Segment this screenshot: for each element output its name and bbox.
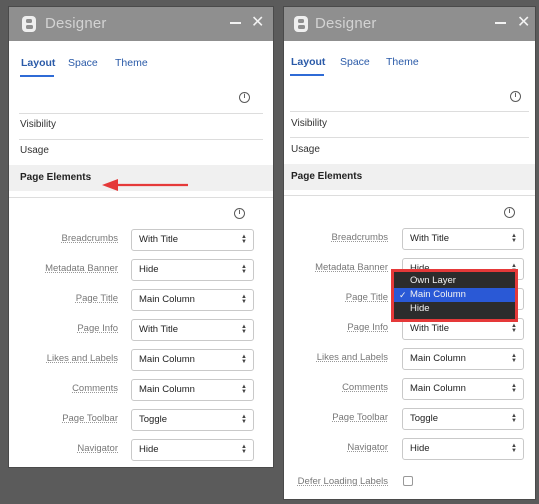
tab-active-underline xyxy=(290,74,324,76)
dropdown-option-main-column[interactable]: ✓ Main Column xyxy=(394,288,515,302)
divider xyxy=(9,197,273,198)
select-value: With Title xyxy=(410,323,450,334)
updown-caret-icon: ▲▼ xyxy=(511,413,517,424)
field-label: Likes and Labels xyxy=(316,352,388,363)
panel-title: Designer xyxy=(45,15,107,32)
b-logo-icon xyxy=(22,16,36,32)
select-value: Hide xyxy=(410,443,430,454)
field-select[interactable]: Main Column ▲▼ xyxy=(131,379,254,401)
updown-caret-icon: ▲▼ xyxy=(241,234,247,245)
select-value: Main Column xyxy=(139,294,195,305)
info-icon[interactable]: i xyxy=(234,208,245,219)
updown-caret-icon: ▲▼ xyxy=(511,323,517,334)
select-value: Hide xyxy=(139,264,159,275)
tab-layout[interactable]: Layout xyxy=(291,56,325,68)
field-label: Page Info xyxy=(347,322,388,333)
tab-layout[interactable]: Layout xyxy=(21,57,55,69)
updown-caret-icon: ▲▼ xyxy=(511,233,517,244)
field-select[interactable]: Toggle ▲ ▼ xyxy=(131,409,254,431)
updown-caret-icon: ▲▼ xyxy=(511,443,517,454)
select-value: With Title xyxy=(410,233,450,244)
tab-space[interactable]: Space xyxy=(68,57,98,69)
field-label: Page Toolbar xyxy=(332,412,388,423)
section-visibility[interactable]: Visibility xyxy=(9,112,273,138)
b-logo-icon xyxy=(294,16,308,32)
field-label: Metadata Banner xyxy=(45,263,118,274)
select-value: Hide xyxy=(139,444,159,455)
updown-caret-icon: ▲▼ xyxy=(241,264,247,275)
field-label: Comments xyxy=(72,383,118,394)
field-select[interactable]: Main Column ▲▼ xyxy=(131,349,254,371)
field-select[interactable]: With Title ▲ ▼ xyxy=(131,319,254,341)
info-icon[interactable]: i xyxy=(239,92,250,103)
field-label: Likes and Labels xyxy=(46,353,118,364)
divider xyxy=(284,195,535,196)
field-label: Page Title xyxy=(345,292,388,303)
select-value: Main Column xyxy=(139,354,195,365)
section-usage[interactable]: Usage xyxy=(284,137,535,163)
select-value: Toggle xyxy=(410,413,438,424)
select-value: Main Column xyxy=(410,353,466,364)
updown-caret-icon: ▲▼ xyxy=(241,354,247,365)
select-value: Toggle xyxy=(139,414,167,425)
field-select[interactable]: Toggle ▲ ▼ xyxy=(402,408,524,430)
left-arrow-icon xyxy=(102,179,188,191)
updown-caret-icon: ▲▼ xyxy=(241,384,247,395)
field-label: Metadata Banner xyxy=(315,262,388,273)
dropdown-option-own-layer[interactable]: Own Layer xyxy=(394,274,515,288)
updown-caret-icon: ▲▼ xyxy=(241,414,247,425)
section-usage[interactable]: Usage xyxy=(9,138,273,164)
select-value: Main Column xyxy=(139,384,195,395)
close-icon[interactable]: ✕ xyxy=(517,15,530,31)
field-select[interactable]: With Title ▲ ▼ xyxy=(131,229,254,251)
tab-active-underline xyxy=(20,75,54,77)
page-title-dropdown-menu: Own Layer ✓ Main Column Hide xyxy=(391,269,518,322)
close-icon[interactable]: ✕ xyxy=(251,15,264,31)
minimize-icon[interactable] xyxy=(230,22,241,24)
titlebar: Designer ✕ xyxy=(9,7,273,41)
field-label: Breadcrumbs xyxy=(331,232,389,243)
designer-panel-right: Designer ✕ Layout Space Theme i Visibili… xyxy=(283,6,536,500)
field-label: Breadcrumbs xyxy=(61,233,119,244)
field-select[interactable]: With Title ▲ ▼ xyxy=(402,228,524,250)
titlebar: Designer ✕ xyxy=(284,7,535,41)
select-value: With Title xyxy=(139,234,179,245)
tab-theme[interactable]: Theme xyxy=(386,56,419,68)
panel-title: Designer xyxy=(315,15,377,32)
section-page-elements[interactable]: Page Elements xyxy=(284,164,535,190)
updown-caret-icon: ▲▼ xyxy=(511,383,517,394)
field-label: Page Info xyxy=(77,323,118,334)
field-select[interactable]: Main Column ▲▼ xyxy=(131,289,254,311)
field-select[interactable]: Hide ▲▼ xyxy=(402,438,524,460)
select-value: With Title xyxy=(139,324,179,335)
field-select[interactable]: Main Column ▲▼ xyxy=(402,348,524,370)
tab-theme[interactable]: Theme xyxy=(115,57,148,69)
designer-panel-left: Designer ✕ Layout Space Theme i Visibili… xyxy=(8,6,274,468)
field-select[interactable]: Hide ▲▼ xyxy=(131,259,254,281)
field-label: Page Toolbar xyxy=(62,413,118,424)
field-select[interactable]: Hide ▲▼ xyxy=(131,439,254,461)
updown-caret-icon: ▲▼ xyxy=(511,353,517,364)
tab-space[interactable]: Space xyxy=(340,56,370,68)
info-icon[interactable]: i xyxy=(504,207,515,218)
field-label: Page Title xyxy=(75,293,118,304)
field-label: Navigator xyxy=(77,443,118,454)
defer-loading-labels-checkbox[interactable] xyxy=(403,476,413,486)
field-label: Comments xyxy=(342,382,388,393)
section-visibility[interactable]: Visibility xyxy=(284,111,535,137)
updown-caret-icon: ▲▼ xyxy=(241,324,247,335)
updown-caret-icon: ▲▼ xyxy=(241,294,247,305)
dropdown-option-hide[interactable]: Hide xyxy=(394,302,515,316)
minimize-icon[interactable] xyxy=(495,22,506,24)
defer-loading-labels-label: Defer Loading Labels xyxy=(297,476,388,487)
checkmark-icon: ✓ xyxy=(399,290,407,300)
updown-caret-icon: ▲▼ xyxy=(241,444,247,455)
field-label: Navigator xyxy=(347,442,388,453)
select-value: Main Column xyxy=(410,383,466,394)
field-select[interactable]: Main Column ▲▼ xyxy=(402,378,524,400)
info-icon[interactable]: i xyxy=(510,91,521,102)
